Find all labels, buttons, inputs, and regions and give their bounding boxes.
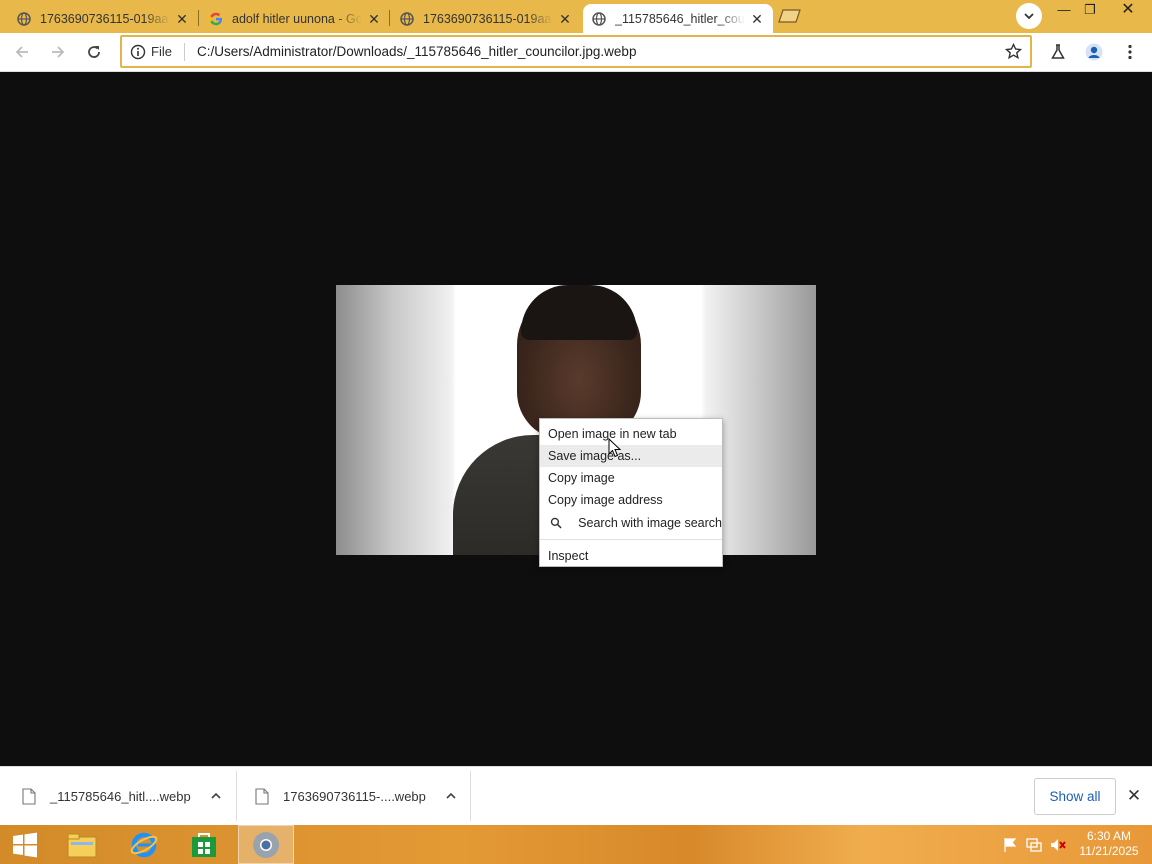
labs-flask-icon[interactable]: [1044, 39, 1072, 65]
url-text[interactable]: C:/Users/Administrator/Downloads/_115785…: [197, 44, 1002, 59]
tab-title: 1763690736115-019aa4: [423, 11, 553, 26]
globe-icon: [591, 11, 607, 27]
download-filename: _115785646_hitl....webp: [50, 788, 191, 804]
photo-hair: [521, 285, 637, 340]
close-download-bar-icon[interactable]: ✕: [1124, 786, 1144, 806]
tab-divider: [389, 10, 390, 26]
close-tab-icon[interactable]: ✕: [174, 11, 190, 27]
chrome-icon: [253, 831, 279, 858]
profile-avatar-icon[interactable]: [1080, 39, 1108, 65]
clock-date: 11/21/2025: [1079, 844, 1139, 858]
tab-2[interactable]: adolf hitler uunona - Google ✕: [200, 4, 390, 33]
flag-icon[interactable]: [1002, 837, 1018, 853]
info-icon[interactable]: [130, 44, 146, 60]
context-menu: Open image in new tab Save image as... C…: [539, 418, 723, 567]
more-menu-icon[interactable]: [1116, 39, 1144, 65]
system-clock[interactable]: 6:30 AM 11/21/2025: [1074, 829, 1144, 859]
volume-muted-icon[interactable]: [1050, 837, 1066, 853]
file-icon: [22, 787, 36, 805]
arrow-right-icon: [52, 46, 65, 58]
windows-logo-icon: [13, 832, 37, 857]
menu-item-open-image-new-tab[interactable]: Open image in new tab: [540, 423, 722, 445]
close-tab-icon[interactable]: ✕: [749, 11, 765, 27]
folder-icon: [67, 833, 97, 857]
chevron-up-icon[interactable]: [444, 789, 458, 803]
address-bar[interactable]: File C:/Users/Administrator/Downloads/_1…: [120, 35, 1032, 68]
menu-item-label: Search with image search: [578, 516, 722, 530]
show-all-downloads-button[interactable]: Show all: [1034, 778, 1116, 815]
store-button[interactable]: [176, 825, 232, 864]
clock-time: 6:30 AM: [1086, 829, 1132, 843]
tab-title: 1763690736115-019aa4: [40, 11, 170, 26]
menu-item-copy-image[interactable]: Copy image: [540, 467, 722, 489]
new-tab-icon[interactable]: [778, 8, 802, 24]
tab-divider: [198, 10, 199, 26]
reload-button[interactable]: [80, 39, 108, 65]
menu-item-copy-image-address[interactable]: Copy image address: [540, 489, 722, 511]
toolbar: File C:/Users/Administrator/Downloads/_1…: [0, 33, 1152, 72]
download-item[interactable]: _115785646_hitl....webp: [22, 767, 223, 825]
chevron-up-icon[interactable]: [209, 789, 223, 803]
menu-divider: [540, 539, 722, 540]
menu-item-search-image[interactable]: Search with image search: [540, 511, 722, 535]
download-divider: [236, 771, 237, 821]
download-item[interactable]: 1763690736115-....webp: [255, 767, 458, 825]
tab-4-active[interactable]: _115785646_hitler_councilor ✕: [583, 4, 773, 33]
close-tab-icon[interactable]: ✕: [366, 11, 382, 27]
reload-icon: [88, 46, 100, 58]
network-icon[interactable]: [1026, 837, 1042, 853]
tab-search-button[interactable]: [1016, 3, 1042, 29]
internet-explorer-button[interactable]: [116, 825, 172, 864]
forward-button[interactable]: [44, 39, 72, 65]
tab-title: _115785646_hitler_councilor: [615, 11, 745, 26]
chrome-taskbar-button[interactable]: [238, 825, 294, 864]
bookmark-star-icon[interactable]: [1002, 41, 1024, 63]
store-icon: [192, 832, 216, 857]
chevron-down-icon: [1024, 13, 1034, 20]
download-filename: 1763690736115-....webp: [283, 788, 426, 804]
search-icon: [550, 517, 562, 529]
download-divider: [470, 771, 471, 821]
tab-1[interactable]: 1763690736115-019aa4 ✕: [8, 4, 198, 33]
scheme-label: File: [151, 42, 185, 61]
start-button[interactable]: [0, 825, 50, 864]
close-tab-icon[interactable]: ✕: [557, 11, 573, 27]
google-icon: [208, 11, 224, 27]
tab-3[interactable]: 1763690736115-019aa4 ✕: [391, 4, 581, 33]
back-button[interactable]: [8, 39, 36, 65]
menu-item-save-image-as[interactable]: Save image as...: [540, 445, 722, 467]
window-close-icon[interactable]: ✕: [1110, 0, 1146, 22]
file-icon: [255, 787, 269, 805]
mouse-cursor-icon: [608, 438, 622, 458]
download-bar: _115785646_hitl....webp 1763690736115-..…: [0, 766, 1152, 825]
globe-icon: [399, 11, 415, 27]
restore-icon[interactable]: ❐: [1074, 0, 1106, 22]
arrow-left-icon: [15, 46, 28, 58]
globe-icon: [16, 11, 32, 27]
file-explorer-button[interactable]: [54, 825, 110, 864]
tab-strip: 1763690736115-019aa4 ✕ adolf hitler uuno…: [0, 0, 1152, 33]
menu-item-inspect[interactable]: Inspect: [540, 545, 722, 567]
tab-title: adolf hitler uunona - Google: [232, 11, 362, 26]
taskbar: 6:30 AM 11/21/2025: [0, 825, 1152, 864]
internet-explorer-icon: [130, 832, 158, 857]
